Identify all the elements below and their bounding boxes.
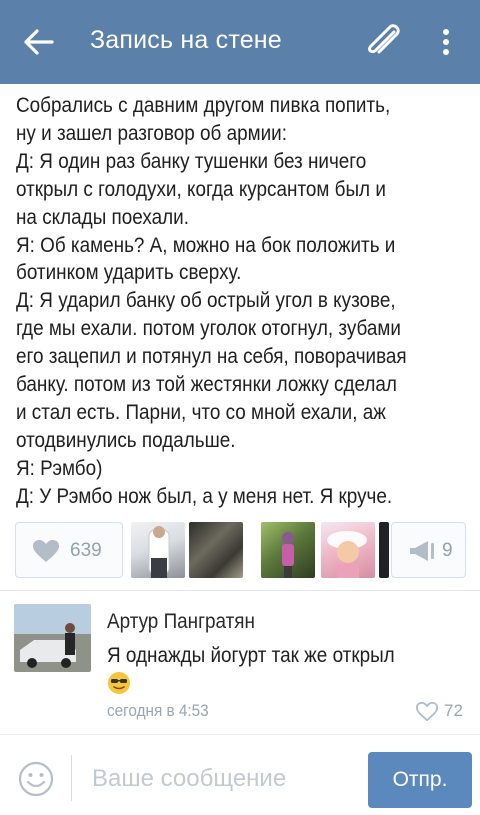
comment-time: сегодня в 4:53 bbox=[107, 701, 209, 720]
post-line: на склады поехали. bbox=[16, 205, 189, 229]
reposters-strip bbox=[131, 522, 389, 578]
page-title: Запись на стене bbox=[90, 26, 282, 54]
reposter-avatar[interactable] bbox=[261, 522, 315, 578]
more-vertical-icon bbox=[443, 29, 449, 55]
post-actions: 639 9 bbox=[15, 522, 466, 578]
person-figure-icon bbox=[148, 526, 170, 578]
arrow-left-icon bbox=[24, 29, 54, 55]
post-line: Д: Я один раз банку тушенки без ничего bbox=[16, 149, 367, 173]
divider bbox=[0, 734, 480, 735]
post-line: Собрались с давним другом пивка попить, bbox=[16, 94, 391, 117]
post-line: Д: У Рэмбо нож был, а у меня нет. Я круч… bbox=[16, 484, 393, 508]
send-button[interactable]: Отпр. bbox=[368, 752, 472, 808]
comment-like-button[interactable]: 72 bbox=[416, 700, 470, 722]
reposter-avatar[interactable] bbox=[131, 522, 185, 578]
post-line: Я: Об камень? А, можно на бок положить и bbox=[16, 233, 396, 257]
comment-author[interactable]: Артур Пангратян bbox=[107, 610, 255, 634]
reposter-avatar[interactable] bbox=[379, 522, 389, 578]
post-line: ну и зашел разговор об армии: bbox=[16, 121, 287, 145]
avatar-photo-icon bbox=[14, 604, 91, 672]
person-figure-icon bbox=[327, 531, 367, 578]
person-figure-icon bbox=[282, 532, 294, 578]
post-line: отодвинулись подальше. bbox=[16, 428, 236, 452]
share-button[interactable]: 9 bbox=[391, 522, 466, 578]
smile-icon bbox=[18, 761, 54, 797]
message-input[interactable] bbox=[92, 759, 352, 799]
comment-text: Я однажды йогурт так же открыл bbox=[107, 644, 395, 667]
post-line: и стал есть. Парни, что со мной ехали, а… bbox=[16, 400, 386, 424]
heart-icon bbox=[33, 540, 59, 562]
reposter-avatar[interactable] bbox=[189, 522, 243, 578]
message-composer: Отпр. bbox=[0, 741, 480, 815]
share-count: 9 bbox=[442, 540, 453, 561]
comment-item: Артур Пангратян Я однажды йогурт так же … bbox=[0, 592, 480, 732]
more-menu-button[interactable] bbox=[432, 24, 460, 60]
heart-icon bbox=[416, 702, 438, 721]
divider bbox=[71, 755, 72, 801]
commenter-avatar[interactable] bbox=[14, 604, 91, 672]
like-button[interactable]: 639 bbox=[15, 522, 123, 578]
comment-like-count: 72 bbox=[444, 701, 463, 720]
divider bbox=[0, 590, 480, 591]
top-bar: Запись на стене bbox=[0, 0, 480, 84]
attach-button[interactable] bbox=[360, 20, 408, 64]
post-line: ботинком ударить сверху. bbox=[16, 261, 242, 285]
sunglasses-emoji-icon bbox=[108, 672, 130, 694]
megaphone-icon bbox=[410, 541, 434, 561]
reposter-avatar[interactable] bbox=[321, 522, 375, 578]
post-line: его зацепил и потянул на себя, поворачив… bbox=[16, 345, 407, 369]
post-line: банку. потом из той жестянки ложку сдела… bbox=[16, 373, 397, 397]
post-line: Я: Рэмбо) bbox=[16, 456, 103, 480]
paperclip-icon bbox=[368, 24, 400, 54]
post-text: Собрались с давним другом пивка попить, … bbox=[16, 92, 466, 511]
post-line: Д: Я ударил банку об острый угол в кузов… bbox=[16, 289, 396, 313]
like-count: 639 bbox=[70, 540, 102, 561]
post-line: открыл с голодухи, когда курсантом был и bbox=[16, 177, 386, 201]
emoji-button[interactable] bbox=[18, 761, 54, 797]
post-line: где мы ехали. потом уголок отогнул, зуба… bbox=[16, 317, 401, 341]
back-button[interactable] bbox=[22, 24, 62, 60]
